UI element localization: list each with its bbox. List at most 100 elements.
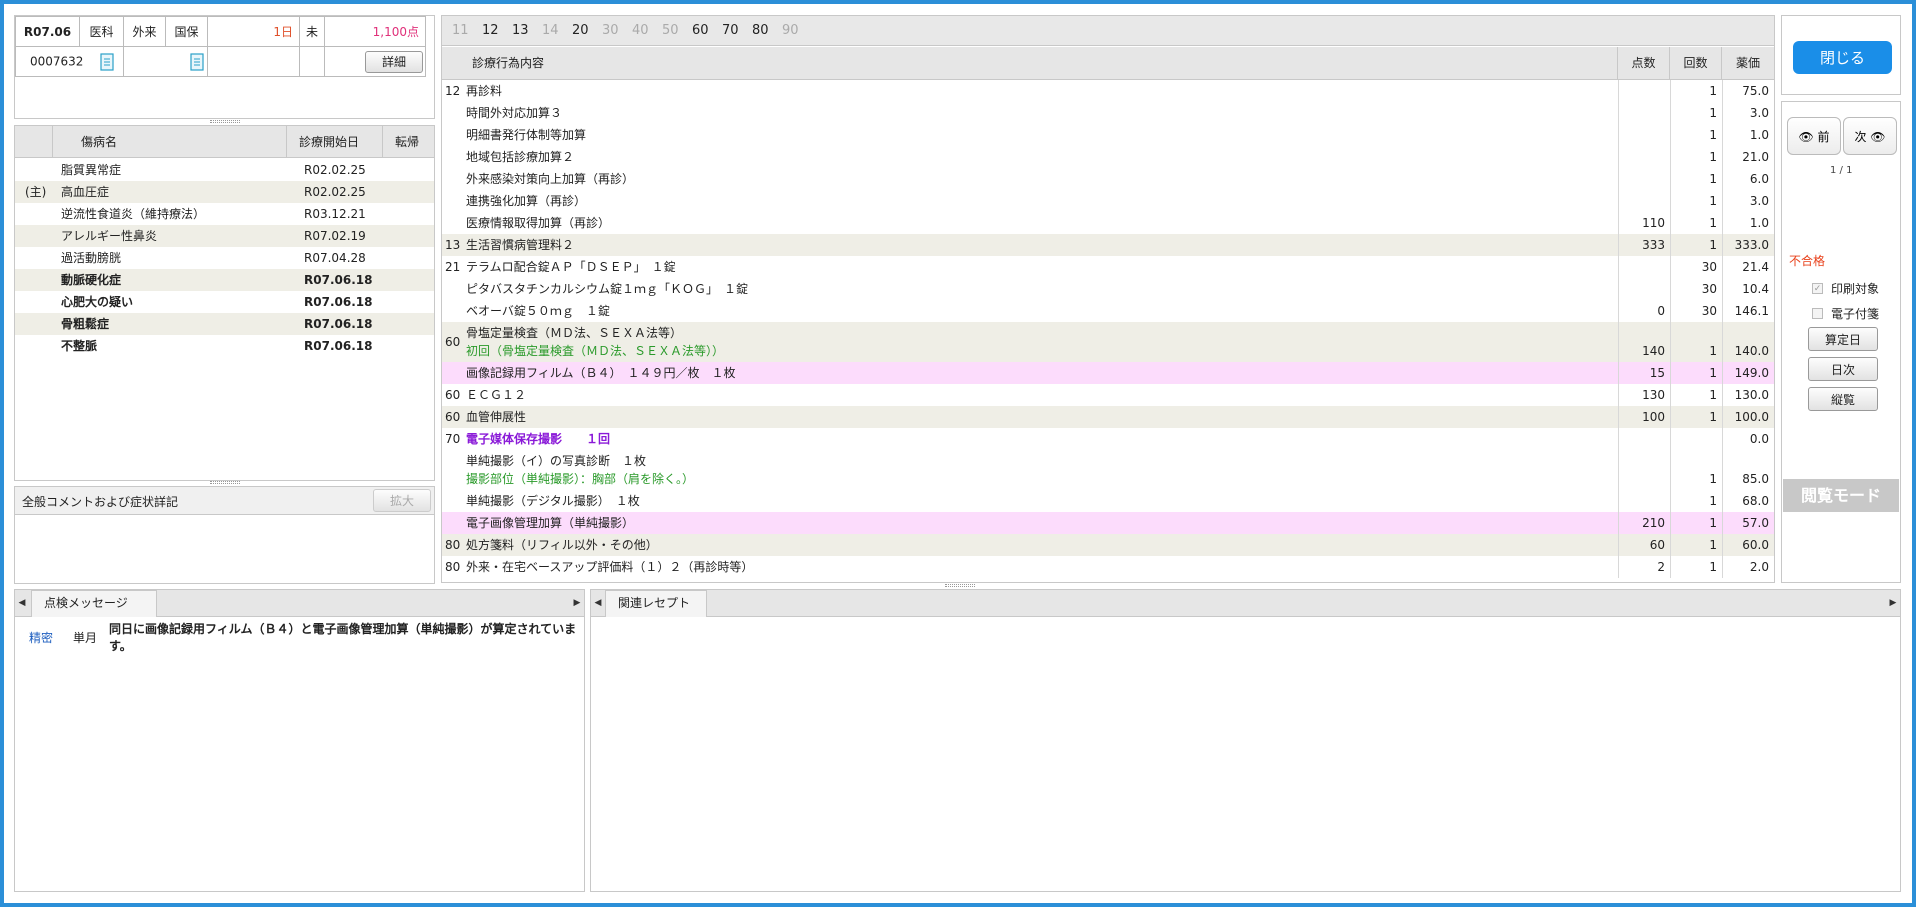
treatment-price: 3.0 <box>1722 102 1774 124</box>
treatment-code: 80 <box>445 538 461 552</box>
treatment-row[interactable]: 医療情報取得加算（再診） 110 1 1.0 <box>442 212 1774 234</box>
treatment-description: テラムロ配合錠ＡＰ「ＤＳＥＰ」 １錠 <box>464 256 1618 278</box>
treatment-row[interactable]: 外来感染対策向上加算（再診） 1 6.0 <box>442 168 1774 190</box>
disease-row[interactable]: 不整脈 R07.06.18 <box>15 335 434 357</box>
treatment-price: 57.0 <box>1722 512 1774 534</box>
treatment-row[interactable]: 13 生活習慣病管理料２ 333 1 333.0 <box>442 234 1774 256</box>
resize-grip[interactable] <box>210 481 240 484</box>
treatment-code: 70 <box>445 432 461 446</box>
treatment-count: 1 <box>1670 534 1722 556</box>
close-button[interactable]: 閉じる <box>1793 41 1892 74</box>
category-tab: 30 <box>602 23 619 38</box>
eye-icon: 👁 <box>1870 129 1886 144</box>
treatment-row[interactable]: 単純撮影（デジタル撮影） １枚 1 68.0 <box>442 490 1774 512</box>
disease-prefix <box>15 335 57 357</box>
treatment-row[interactable]: ピタバスタチンカルシウム錠１ｍｇ「ＫＯＧ」 １錠 30 10.4 <box>442 278 1774 300</box>
treatment-row[interactable]: 21 テラムロ配合錠ＡＰ「ＤＳＥＰ」 １錠 30 21.4 <box>442 256 1774 278</box>
print-target-checkbox[interactable]: ✓ 印刷対象 <box>1812 280 1879 297</box>
detail-cell: 詳細 <box>324 46 427 77</box>
comment-textarea[interactable] <box>15 516 434 583</box>
check-message-row[interactable]: 精密 単月 同日に画像記録用フィルム（Ｂ４）と電子画像管理加算（単純撮影）が算定… <box>15 619 584 655</box>
treatment-line: 画像記録用フィルム（Ｂ４） １４９円／枚 １枚 <box>466 366 736 380</box>
treatment-row[interactable]: 地域包括診療加算２ 1 21.0 <box>442 146 1774 168</box>
disease-row[interactable]: アレルギー性鼻炎 R07.02.19 <box>15 225 434 247</box>
status-mark: 未 <box>298 16 326 47</box>
overview-button[interactable]: 縦覧 <box>1808 387 1878 411</box>
scroll-left-arrow[interactable]: ◀ <box>15 590 29 617</box>
treatment-count: 1 <box>1670 124 1722 146</box>
disease-start-date: R07.06.18 <box>304 295 373 309</box>
treatment-price: 333.0 <box>1722 234 1774 256</box>
disease-row[interactable]: 逆流性食道炎（維持療法） R03.12.21 <box>15 203 434 225</box>
treatment-count: 30 <box>1670 300 1722 322</box>
disease-prefix <box>15 291 57 313</box>
resize-grip[interactable] <box>210 120 240 123</box>
prev-button[interactable]: 👁 前 <box>1787 117 1841 155</box>
disease-row[interactable]: (主) 高血圧症 R02.02.25 <box>15 181 434 203</box>
disease-start-date: R07.04.28 <box>304 251 366 265</box>
resize-grip[interactable] <box>945 584 975 587</box>
treatment-count: 1 <box>1670 512 1722 534</box>
treatment-code <box>442 450 464 490</box>
scroll-right-arrow[interactable]: ▶ <box>1886 590 1900 617</box>
disease-row[interactable]: 過活動膀胱 R07.04.28 <box>15 247 434 269</box>
treatment-row[interactable]: 60 ＥＣＧ１２ 130 1 130.0 <box>442 384 1774 406</box>
treatment-count: 1 <box>1670 322 1722 362</box>
treatment-row[interactable]: 60 血管伸展性 100 1 100.0 <box>442 406 1774 428</box>
category-tab[interactable]: 60 <box>692 23 722 38</box>
treatment-description: 血管伸展性 <box>464 406 1618 428</box>
treatment-description: ベオーバ錠５０ｍｇ １錠 <box>464 300 1618 322</box>
disease-row[interactable]: 動脈硬化症 R07.06.18 <box>15 269 434 291</box>
column-content: 診療行為内容 <box>472 56 545 70</box>
disease-name: アレルギー性鼻炎 <box>61 229 158 243</box>
document-icon[interactable] <box>189 52 205 71</box>
treatment-code: 12 <box>445 84 461 98</box>
detail-button[interactable]: 詳細 <box>365 50 424 73</box>
category-tab[interactable]: 12 <box>482 23 512 38</box>
treatment-line: 骨塩定量検査（ＭＤ法、ＳＥＸＡ法等） <box>466 326 683 340</box>
related-receipt-tab[interactable]: 関連レセプト <box>605 590 707 617</box>
category-tab: 14 <box>542 23 559 38</box>
category-tab[interactable]: 20 <box>572 23 602 38</box>
document-icon[interactable] <box>99 52 115 71</box>
disease-name: 心肥大の疑い <box>61 295 134 309</box>
treatment-row[interactable]: 画像記録用フィルム（Ｂ４） １４９円／枚 １枚 15 1 149.0 <box>442 362 1774 384</box>
treatment-row[interactable]: 時間外対応加算３ 1 3.0 <box>442 102 1774 124</box>
treatment-price: 1.0 <box>1722 212 1774 234</box>
scroll-left-arrow[interactable]: ◀ <box>591 590 605 617</box>
treatment-row[interactable]: 電子画像管理加算（単純撮影） 210 1 57.0 <box>442 512 1774 534</box>
document-cell <box>123 46 208 77</box>
message-period: 単月 <box>73 631 98 645</box>
disease-row[interactable]: 骨粗鬆症 R07.06.18 <box>15 313 434 335</box>
category-tab: 40 <box>632 23 649 38</box>
disease-row[interactable]: 心肥大の疑い R07.06.18 <box>15 291 434 313</box>
calc-date-button[interactable]: 算定日 <box>1808 327 1878 351</box>
treatment-row[interactable]: 60 骨塩定量検査（ＭＤ法、ＳＥＸＡ法等） 初回（骨塩定量検査（ＭＤ法、ＳＥＸＡ法等… <box>442 322 1774 362</box>
scroll-right-arrow[interactable]: ▶ <box>570 590 584 617</box>
treatment-row[interactable]: 70 電子媒体保存撮影 １回 0.0 <box>442 428 1774 450</box>
daily-button[interactable]: 日次 <box>1808 357 1878 381</box>
treatment-row[interactable]: 連携強化加算（再診） 1 3.0 <box>442 190 1774 212</box>
treatment-line: 連携強化加算（再診） <box>466 194 587 208</box>
next-button[interactable]: 次 👁 <box>1843 117 1897 155</box>
column-price: 薬価 <box>1721 47 1774 79</box>
treatment-count: 1 <box>1670 146 1722 168</box>
electronic-attach-checkbox[interactable]: 電子付箋 <box>1812 305 1879 322</box>
treatment-row[interactable]: 80 処方箋料（リフィル以外・その他） 60 1 60.0 <box>442 534 1774 556</box>
category-tab[interactable]: 70 <box>722 23 752 38</box>
treatment-row[interactable]: 明細書発行体制等加算 1 1.0 <box>442 124 1774 146</box>
treatment-count: 1 <box>1670 362 1722 384</box>
disease-row[interactable]: 脂質異常症 R02.02.25 <box>15 159 434 181</box>
category-tab: 90 <box>782 23 799 38</box>
treatment-row[interactable]: ベオーバ錠５０ｍｇ １錠 0 30 146.1 <box>442 300 1774 322</box>
check-message-tab[interactable]: 点検メッセージ <box>31 590 157 617</box>
treatment-row[interactable]: 12 再診料 1 75.0 <box>442 80 1774 102</box>
treatment-row[interactable]: 単純撮影（イ）の写真診断 １枚 撮影部位（単純撮影）：胸部（肩を除く。） 1 85.0 <box>442 450 1774 490</box>
treatment-row[interactable]: 80 外来・在宅ベースアップ評価料（１）２（再診時等） 2 1 2.0 <box>442 556 1774 578</box>
disease-name: 骨粗鬆症 <box>61 317 110 331</box>
treatment-price: 0.0 <box>1722 428 1774 450</box>
expand-button: 拡大 <box>373 489 431 512</box>
category-tab[interactable]: 80 <box>752 23 782 38</box>
category-tab[interactable]: 13 <box>512 23 542 38</box>
treatment-price: 6.0 <box>1722 168 1774 190</box>
